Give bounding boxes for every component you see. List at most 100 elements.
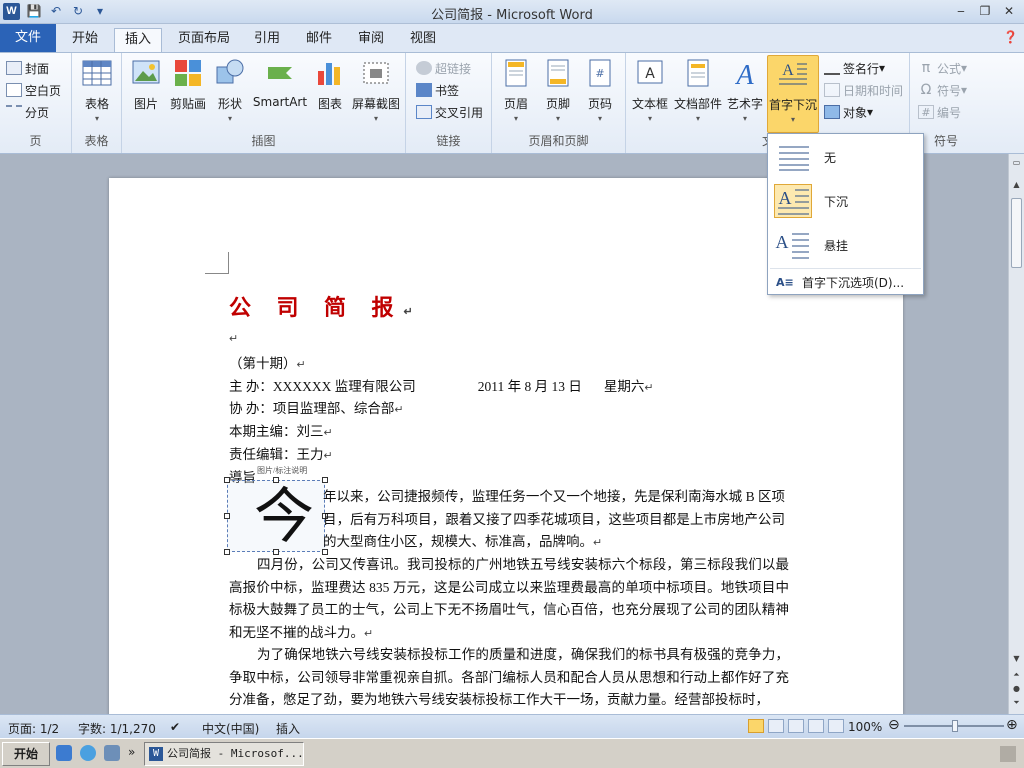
chevron-down-icon: ▾ xyxy=(94,114,99,123)
quick-launch-overflow-icon[interactable]: » xyxy=(128,745,135,759)
tab-file[interactable]: 文件 xyxy=(0,24,56,52)
tab-mailings[interactable]: 邮件 xyxy=(296,28,342,52)
quick-launch-icon[interactable] xyxy=(56,745,72,761)
drop-cap-option-dropped[interactable]: A 下沉 xyxy=(772,180,920,222)
zoom-in-icon[interactable]: ⊕ xyxy=(1006,717,1018,733)
full-screen-reading-view-icon[interactable] xyxy=(768,719,784,733)
drop-cap-options-icon: A≡ xyxy=(776,276,794,289)
picture-button[interactable]: 图片 xyxy=(128,57,164,112)
select-browse-object-icon[interactable]: ● xyxy=(1011,684,1022,695)
page-number-button[interactable]: # 页码 ▾ xyxy=(580,57,620,123)
page-count[interactable]: 页面: 1/2 xyxy=(8,720,59,737)
drop-cap-icon: A xyxy=(779,62,807,85)
scroll-up-icon[interactable]: ▲ xyxy=(1011,180,1022,191)
object-button[interactable]: 对象 ▾ xyxy=(824,101,903,123)
svg-text:#: # xyxy=(595,67,604,80)
proofing-icon[interactable]: ✔ xyxy=(170,720,180,734)
object-icon xyxy=(824,105,840,119)
resize-handle[interactable] xyxy=(224,477,230,483)
insert-mode[interactable]: 插入 xyxy=(276,720,300,737)
cross-reference-button[interactable]: 交叉引用 xyxy=(416,101,483,123)
web-layout-view-icon[interactable] xyxy=(788,719,804,733)
tab-insert[interactable]: 插入 xyxy=(114,28,163,52)
paragraph-1: 年以来，公司捷报频传，监理任务一个又一个地接，先是保利南海水城 B 区项目，后有… xyxy=(323,489,785,550)
chart-button[interactable]: 图表 xyxy=(312,57,348,112)
clip-art-button[interactable]: 剪贴画 xyxy=(166,57,210,112)
next-page-icon[interactable]: ⏷ xyxy=(1011,698,1022,709)
print-layout-view-icon[interactable] xyxy=(748,719,764,733)
pi-icon: π xyxy=(921,60,931,76)
start-button[interactable]: 开始 xyxy=(2,742,50,766)
number-icon: # xyxy=(918,105,934,119)
tab-view[interactable]: 视图 xyxy=(400,28,446,52)
ruler-toggle-icon[interactable]: ▭ xyxy=(1011,158,1022,169)
drop-cap-frame[interactable]: 今 xyxy=(224,477,328,555)
window-title: 公司简报 - Microsoft Word xyxy=(431,8,593,23)
minimize-icon[interactable]: ‒ xyxy=(950,2,972,20)
shapes-button[interactable]: 形状 ▾ xyxy=(212,57,248,123)
cover-page-button[interactable]: 封面 xyxy=(6,57,61,79)
previous-page-icon[interactable]: ⏶ xyxy=(1011,670,1022,681)
taskbar-task-word[interactable]: W 公司简报 - Microsof... xyxy=(144,742,304,766)
clip-art-icon xyxy=(175,60,201,86)
screenshot-button[interactable]: 屏幕截图 ▾ xyxy=(350,57,402,123)
resize-handle[interactable] xyxy=(322,477,328,483)
scroll-down-icon[interactable]: ▼ xyxy=(1011,654,1022,665)
signature-line-button[interactable]: 签名行 ▾ xyxy=(824,57,903,79)
issue-line: （第十期）↵ xyxy=(229,356,306,371)
tab-references[interactable]: 引用 xyxy=(244,28,290,52)
chevron-down-icon: ▾ xyxy=(742,114,747,123)
tab-home[interactable]: 开始 xyxy=(62,28,108,52)
smartart-icon xyxy=(268,67,292,79)
drop-cap-in-margin-icon: A xyxy=(774,228,812,262)
smartart-button[interactable]: SmartArt xyxy=(250,57,310,109)
anchor-hint-text: 图片/标注说明 xyxy=(257,466,308,475)
tab-review[interactable]: 审阅 xyxy=(348,28,394,52)
resize-handle[interactable] xyxy=(273,477,279,483)
hyperlink-icon xyxy=(416,61,432,75)
zoom-level[interactable]: 100% xyxy=(848,720,882,734)
resize-handle[interactable] xyxy=(224,513,230,519)
svg-text:A: A xyxy=(782,62,794,79)
restore-icon[interactable]: ❐ xyxy=(974,2,996,20)
group-label-illustrations: 插图 xyxy=(251,134,276,148)
draft-view-icon[interactable] xyxy=(828,719,844,733)
quick-parts-button[interactable]: 文档部件 ▾ xyxy=(672,57,724,123)
drop-cap-option-none[interactable]: 无 xyxy=(772,136,920,178)
screenshot-icon xyxy=(363,62,389,84)
help-icon[interactable]: ❓ xyxy=(1003,30,1018,44)
header-button[interactable]: 页眉 ▾ xyxy=(496,57,536,123)
drop-cap-options-button[interactable]: A≡ 首字下沉选项(D)... xyxy=(772,272,904,292)
word-count[interactable]: 字数: 1/1,270 xyxy=(78,720,156,737)
bookmark-button[interactable]: 书签 xyxy=(416,79,483,101)
zoom-out-icon[interactable]: ⊖ xyxy=(888,717,900,733)
zoom-slider-handle[interactable] xyxy=(952,720,958,732)
page-break-button[interactable]: 分页 xyxy=(6,101,61,123)
wordart-button[interactable]: A 艺术字 ▾ xyxy=(726,57,764,123)
scroll-thumb[interactable] xyxy=(1011,198,1022,268)
tab-page-layout[interactable]: 页面布局 xyxy=(168,28,240,52)
date-time-button[interactable]: 日期和时间 xyxy=(824,79,903,101)
quick-launch-icon[interactable] xyxy=(104,745,120,761)
outline-view-icon[interactable] xyxy=(808,719,824,733)
language[interactable]: 中文(中国) xyxy=(202,720,259,737)
footer-button[interactable]: 页脚 ▾ xyxy=(538,57,578,123)
hyperlink-button[interactable]: 超链接 xyxy=(416,57,483,79)
drop-cap-dropped-icon: A xyxy=(774,184,812,218)
numbering-button[interactable]: # 编号 xyxy=(918,101,967,123)
table-button[interactable]: 表格 ▾ xyxy=(78,57,116,123)
symbol-button[interactable]: Ω 符号 ▾ xyxy=(918,79,967,101)
group-label-pages: 页 xyxy=(29,134,42,148)
responsible-editor-line: 责任编辑：王力↵ xyxy=(229,447,333,462)
equation-button[interactable]: π 公式 ▾ xyxy=(918,57,967,79)
drop-cap-option-in-margin[interactable]: A 悬挂 xyxy=(772,224,920,266)
vertical-scrollbar[interactable]: ▭ ▲ ▼ ⏶ ● ⏷ xyxy=(1008,154,1024,714)
browser-icon[interactable] xyxy=(80,745,96,761)
drop-cap-button[interactable]: A 首字下沉 ▾ xyxy=(767,55,819,133)
tray-icon[interactable] xyxy=(1000,746,1016,762)
text-box-button[interactable]: A 文本框 ▾ xyxy=(630,57,670,123)
close-icon[interactable]: ✕ xyxy=(998,2,1020,20)
group-header-footer: 页眉 ▾ 页脚 ▾ # 页码 ▾ 页眉和页脚 xyxy=(492,53,626,153)
chevron-down-icon: ▾ xyxy=(695,114,700,123)
blank-page-button[interactable]: 空白页 xyxy=(6,79,61,101)
